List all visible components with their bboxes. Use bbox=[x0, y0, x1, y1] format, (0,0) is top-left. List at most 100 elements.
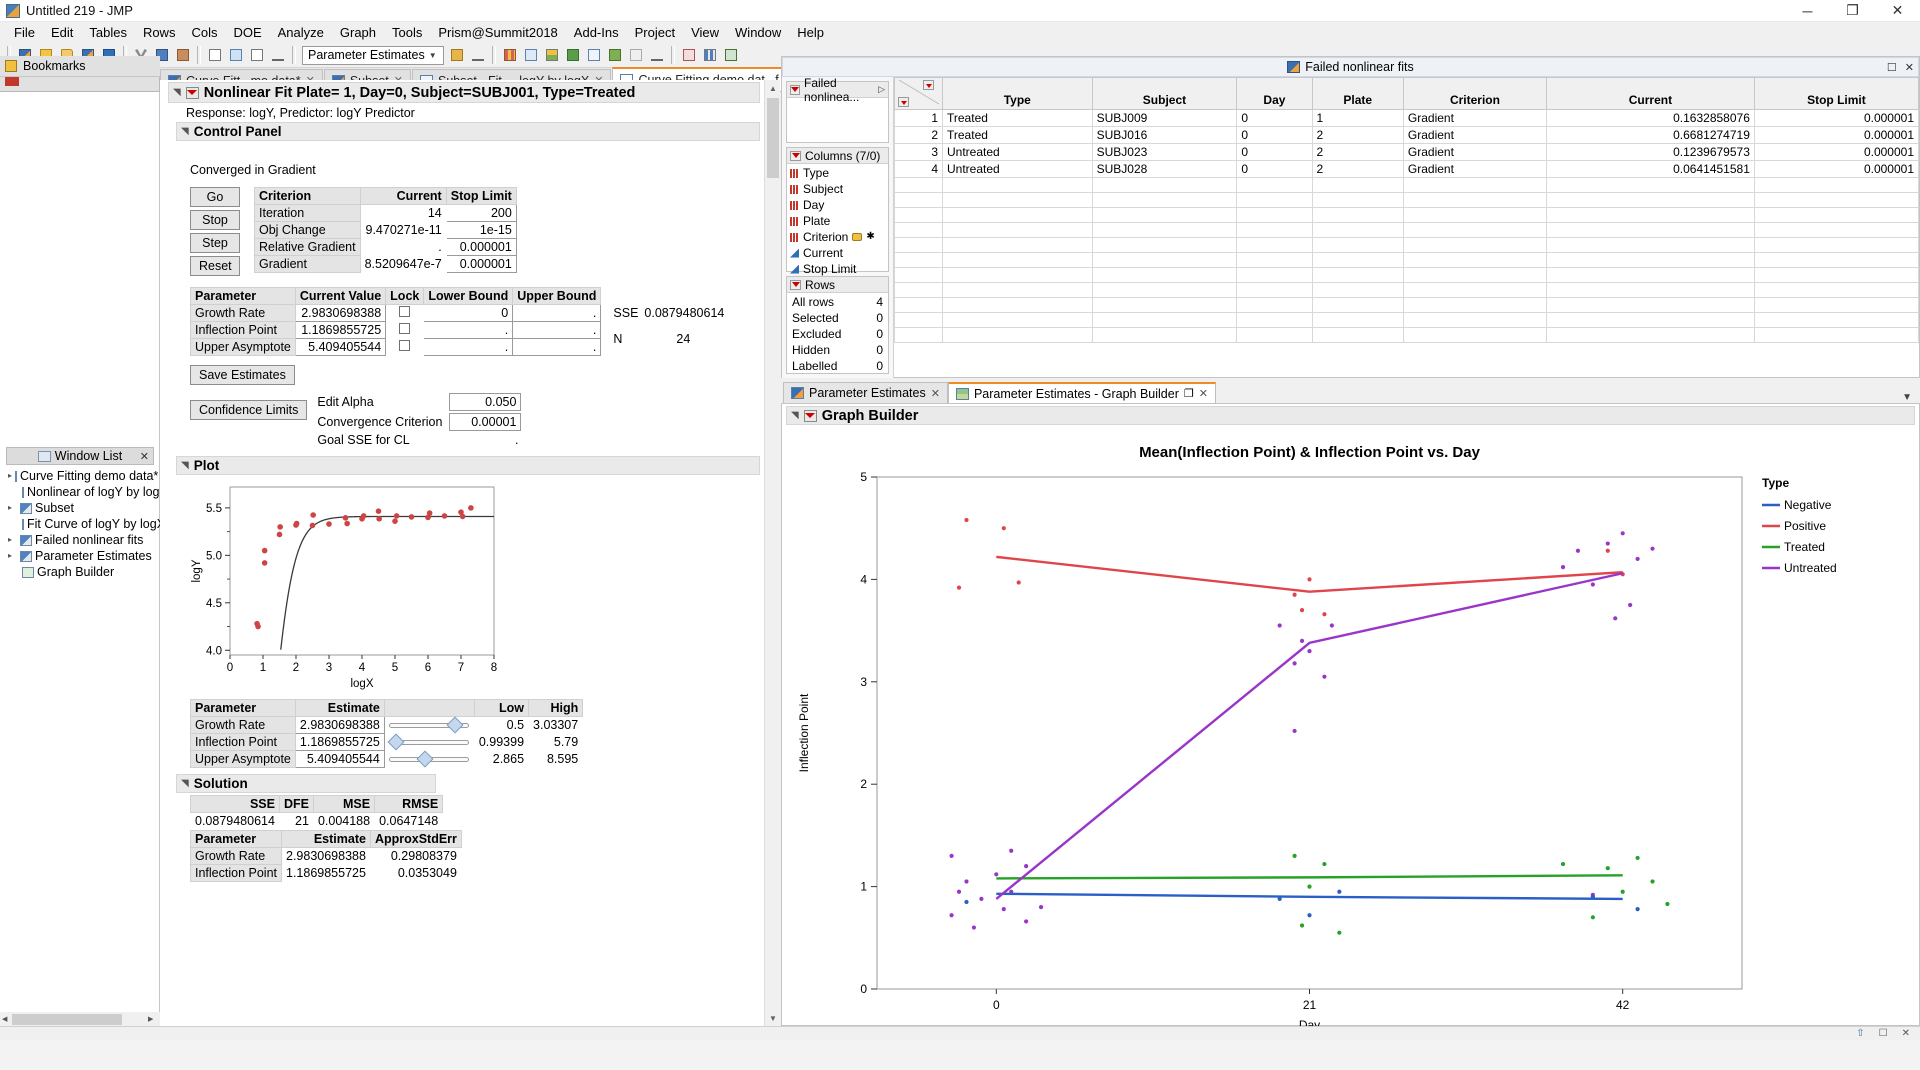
disclosure-icon[interactable]: ◥ bbox=[181, 460, 189, 471]
grid-cell[interactable]: Gradient bbox=[1402, 160, 1547, 178]
row-number[interactable]: 4 bbox=[894, 160, 943, 178]
convergence-criterion-input[interactable]: 0.00001 bbox=[449, 413, 522, 431]
distribution-icon[interactable] bbox=[500, 45, 520, 65]
save-estimates-button[interactable]: Save Estimates bbox=[190, 365, 295, 385]
analysis-selector-combo[interactable]: Parameter Estimates ▼ bbox=[302, 45, 444, 65]
close-icon[interactable]: ✕ bbox=[1902, 1028, 1910, 1039]
column-item-stop-limit[interactable]: Stop Limit bbox=[787, 261, 888, 277]
grid-corner[interactable] bbox=[894, 77, 943, 110]
menu-add-ins[interactable]: Add-Ins bbox=[566, 23, 627, 42]
grid-cell[interactable]: 0 bbox=[1236, 143, 1313, 161]
grid-cell[interactable]: 1 bbox=[1311, 109, 1404, 127]
slider-knob[interactable] bbox=[416, 750, 434, 768]
paste-icon[interactable] bbox=[173, 45, 193, 65]
grid-cell[interactable]: 0 bbox=[1236, 109, 1313, 127]
tab-overflow-icon[interactable]: ▼ bbox=[1902, 392, 1920, 403]
gb-tab-0[interactable]: Parameter Estimates ✕ bbox=[783, 382, 948, 403]
grid-cell[interactable]: SUBJ016 bbox=[1091, 126, 1238, 144]
param-upper-bound[interactable]: . bbox=[512, 321, 602, 339]
menu-doe[interactable]: DOE bbox=[225, 23, 269, 42]
menu-edit[interactable]: Edit bbox=[43, 23, 81, 42]
table-row[interactable]: 1 Treated SUBJ009 0 1 Gradient 0.1632858076 0.0… bbox=[894, 109, 1919, 127]
nonlinear-plot[interactable]: 4.0 4.5 5.0 5.5 0 1 2 3 4 5 6 7 8 logX logY bbox=[168, 475, 760, 697]
column-item-current[interactable]: Current bbox=[787, 245, 888, 261]
step-button[interactable]: Step bbox=[190, 233, 240, 253]
column-item-type[interactable]: Type bbox=[787, 165, 888, 181]
up-arrow-icon[interactable]: ⇧ bbox=[1856, 1028, 1864, 1039]
param-upper-bound[interactable]: . bbox=[512, 304, 602, 322]
expand-icon[interactable]: ▸ bbox=[8, 468, 12, 484]
grid-cell[interactable]: 0.000001 bbox=[1753, 109, 1919, 127]
grid-col-header[interactable]: Subject bbox=[1091, 77, 1238, 110]
window-list-item-5[interactable]: ▸ Parameter Estimates bbox=[8, 548, 154, 564]
estimate-value[interactable]: 2.9830698388 bbox=[294, 716, 385, 734]
column-item-day[interactable]: Day bbox=[787, 197, 888, 213]
param-current-value[interactable]: 1.1869855725 bbox=[294, 321, 387, 339]
graph-builder-icon[interactable] bbox=[679, 45, 699, 65]
close-icon[interactable]: ✕ bbox=[931, 387, 940, 400]
grid-cell[interactable]: Gradient bbox=[1402, 143, 1547, 161]
table-row[interactable]: 3 Untreated SUBJ023 0 2 Gradient 0.1239679573 0… bbox=[894, 143, 1919, 161]
slider-knob[interactable] bbox=[446, 716, 464, 734]
menu-analyze[interactable]: Analyze bbox=[270, 23, 332, 42]
param-lower-bound[interactable]: . bbox=[423, 321, 514, 339]
layout-icon[interactable] bbox=[226, 45, 246, 65]
menu-cols[interactable]: Cols bbox=[183, 23, 225, 42]
close-icon[interactable]: ✕ bbox=[1199, 387, 1208, 400]
grid-cell[interactable]: 0 bbox=[1236, 160, 1313, 178]
report-icon[interactable] bbox=[247, 45, 267, 65]
column-item-plate[interactable]: Plate bbox=[787, 213, 888, 229]
menu-graph[interactable]: Graph bbox=[332, 23, 384, 42]
estimate-slider-cell[interactable] bbox=[384, 733, 474, 751]
grid-cell[interactable]: 0.1239679573 bbox=[1545, 143, 1755, 161]
grid-cell[interactable]: Untreated bbox=[942, 160, 1093, 178]
disclosure-icon[interactable]: ◥ bbox=[791, 410, 799, 421]
table-row[interactable]: 2 Treated SUBJ016 0 2 Gradient 0.6681274719 0.0… bbox=[894, 126, 1919, 144]
disclosure-icon[interactable]: ◥ bbox=[181, 126, 189, 137]
expand-icon[interactable]: ▸ bbox=[8, 548, 17, 564]
toolbar-overflow-icon[interactable] bbox=[268, 45, 288, 65]
column-menu-icon[interactable] bbox=[923, 80, 934, 90]
sidebar-horizontal-scrollbar[interactable]: ◀ ▶ bbox=[0, 1012, 160, 1026]
menu-rows[interactable]: Rows bbox=[135, 23, 184, 42]
estimate-value[interactable]: 5.409405544 bbox=[294, 750, 385, 768]
stop-button[interactable]: Stop bbox=[190, 210, 240, 230]
hscroll-thumb[interactable] bbox=[12, 1013, 122, 1025]
bubble-plot-icon[interactable] bbox=[721, 45, 741, 65]
scrollbar-thumb[interactable] bbox=[767, 98, 779, 178]
slider-knob[interactable] bbox=[387, 733, 405, 751]
param-current-value[interactable]: 2.9830698388 bbox=[294, 304, 387, 322]
criterion-stop-limit[interactable]: 1e-15 bbox=[445, 221, 517, 239]
menu-tables[interactable]: Tables bbox=[81, 23, 135, 42]
grid-cell[interactable]: 0.000001 bbox=[1753, 160, 1919, 178]
rerun-icon[interactable] bbox=[447, 45, 467, 65]
menu-view[interactable]: View bbox=[683, 23, 727, 42]
row-number[interactable]: 3 bbox=[894, 143, 943, 161]
param-current-value[interactable]: 5.409405544 bbox=[294, 338, 387, 356]
time-series-icon[interactable] bbox=[605, 45, 625, 65]
estimate-slider-cell[interactable] bbox=[384, 750, 474, 768]
graph-builder-chart[interactable]: Mean(Inflection Point) & Inflection Poin… bbox=[782, 425, 1919, 1070]
grid-cell[interactable]: SUBJ009 bbox=[1091, 109, 1238, 127]
menu-prism-summit2018[interactable]: Prism@Summit2018 bbox=[430, 23, 565, 42]
grid-cell[interactable]: Treated bbox=[942, 126, 1093, 144]
grid-cell[interactable]: 0.000001 bbox=[1753, 126, 1919, 144]
grid-cell[interactable]: SUBJ028 bbox=[1091, 160, 1238, 178]
estimate-slider-cell[interactable] bbox=[384, 716, 474, 734]
lock-checkbox[interactable] bbox=[399, 323, 411, 334]
grid-cell[interactable]: 0.1632858076 bbox=[1545, 109, 1755, 127]
grid-col-header[interactable]: Type bbox=[942, 77, 1093, 110]
scroll-left-icon[interactable]: ◀ bbox=[2, 1015, 7, 1023]
grid-cell[interactable]: 2 bbox=[1311, 160, 1404, 178]
scroll-right-icon[interactable]: ▶ bbox=[148, 1015, 153, 1023]
menu-help[interactable]: Help bbox=[789, 23, 832, 42]
restore-icon[interactable]: ☐ bbox=[1887, 61, 1897, 74]
grid-cell[interactable]: 0.000001 bbox=[1753, 143, 1919, 161]
table-menu-icon[interactable] bbox=[790, 84, 800, 95]
gb-tab-1[interactable]: Parameter Estimates - Graph Builder ❐ ✕ bbox=[947, 382, 1216, 403]
column-item-criterion[interactable]: Criterion ✱ bbox=[787, 229, 888, 245]
row-menu-icon[interactable] bbox=[898, 97, 909, 107]
window-list-item-4[interactable]: ▸ Failed nonlinear fits bbox=[8, 532, 154, 548]
column-item-subject[interactable]: Subject bbox=[787, 181, 888, 197]
reset-button[interactable]: Reset bbox=[190, 256, 240, 276]
